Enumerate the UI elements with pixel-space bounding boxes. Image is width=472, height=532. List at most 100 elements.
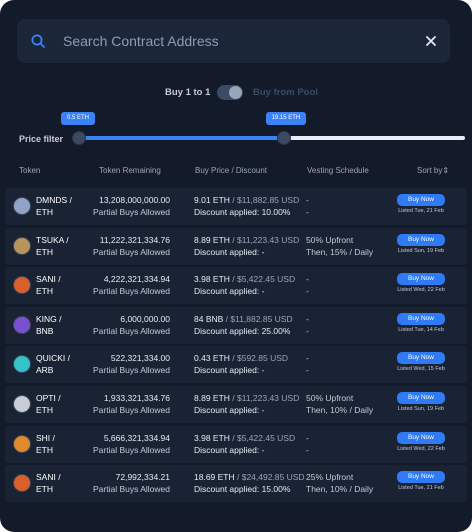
sort-icon: ⇕ bbox=[442, 166, 450, 175]
usd-price: / $5,422.45 USD bbox=[229, 274, 296, 285]
listed-date: Listed Sun, 19 Feb bbox=[397, 406, 445, 412]
switch-knob bbox=[229, 86, 242, 99]
discount-applied: Discount applied: - bbox=[194, 365, 265, 376]
token-chain: ETH bbox=[36, 444, 53, 455]
vesting-then: - bbox=[306, 207, 309, 217]
close-icon[interactable] bbox=[422, 32, 440, 50]
buy-one-to-one-label[interactable]: Buy 1 to 1 bbox=[165, 87, 210, 98]
token-chain: ETH bbox=[36, 484, 53, 495]
buy-now-button[interactable]: Buy Now bbox=[397, 392, 445, 404]
buy-cell: Buy Now Listed Wed, 15 Feb bbox=[397, 352, 445, 372]
listed-date: Listed Sun, 19 Feb bbox=[397, 247, 445, 254]
contract-search-panel: Search Contract Address Buy 1 to 1 Buy f… bbox=[0, 0, 472, 532]
table-row: OPTI / ETH 1,933,321,334.76 Partial Buys Al… bbox=[5, 386, 467, 423]
buy-mode-switch[interactable] bbox=[217, 85, 243, 100]
buy-cell: Buy Now Listed Wed, 22 Feb bbox=[397, 431, 445, 452]
token-cell: TSUKA / ETH bbox=[36, 234, 69, 258]
usd-price: / $5,422.45 USD bbox=[229, 432, 296, 443]
token-symbol: QUICKI / bbox=[36, 353, 71, 364]
column-header-token: Token bbox=[19, 166, 41, 175]
column-header-vesting-schedule: Vesting Schedule bbox=[307, 166, 369, 175]
buy-price: 84 BNB bbox=[194, 313, 224, 324]
token-chain: ARB bbox=[36, 365, 54, 376]
token-remaining: 1,933,321,334.76 bbox=[103, 393, 170, 403]
token-remaining-cell: 4,222,321,334.94 Partial Buys Allowed bbox=[93, 273, 170, 297]
buy-now-button[interactable]: Buy Now bbox=[397, 273, 445, 286]
buy-now-button[interactable]: Buy Now bbox=[397, 194, 445, 206]
quick-token-icon bbox=[13, 355, 31, 374]
price-filter-max-value: 19.15 ETH bbox=[265, 112, 307, 125]
opti-token-icon bbox=[13, 395, 31, 413]
search-input[interactable]: Search Contract Address bbox=[63, 33, 219, 49]
buy-now-button[interactable]: Buy Now bbox=[397, 352, 445, 365]
vesting-then: - bbox=[306, 444, 309, 455]
usd-price: / $11,882.85 USD bbox=[229, 195, 300, 205]
table-row: KING / BNB 6,000,000.00 Partial Buys Allowe… bbox=[5, 306, 467, 344]
token-chain: BNB bbox=[36, 325, 54, 336]
crown-token-icon bbox=[13, 315, 31, 334]
buy-price: 3.98 ETH bbox=[194, 274, 230, 285]
vesting-cell: -- bbox=[306, 194, 309, 218]
usd-price: / $11,223.43 USD bbox=[229, 234, 300, 245]
usd-price: / $24,492.85 USD bbox=[234, 472, 305, 483]
table-row: SANI / ETH 72,992,334.21 Partial Buys Allow… bbox=[5, 465, 467, 503]
token-symbol: SANI / bbox=[36, 274, 61, 285]
partial-buys-note: Partial Buys Allowed bbox=[92, 484, 170, 495]
search-icon bbox=[31, 34, 45, 48]
diamond-token-icon bbox=[13, 197, 31, 215]
price-cell: 3.98 ETH / $5,422.45 USD Discount applied… bbox=[194, 432, 295, 456]
token-symbol: DMNDS / bbox=[36, 195, 72, 205]
token-symbol: KING / bbox=[36, 313, 62, 324]
vesting-cell: -- bbox=[306, 313, 309, 337]
vesting-cell: 50% Upfront Then, 15% / Daily bbox=[306, 234, 373, 258]
vesting-cell: 25% Upfront Then, 10% / Daily bbox=[306, 471, 373, 495]
partial-buys-note: Partial Buys Allowed bbox=[92, 207, 170, 217]
buy-price: 8.89 ETH bbox=[194, 393, 230, 403]
partial-buys-note: Partial Buys Allowed bbox=[92, 325, 170, 336]
buy-now-button[interactable]: Buy Now bbox=[397, 312, 445, 325]
buy-price: 18.69 ETH bbox=[194, 472, 235, 483]
partial-buys-note: Partial Buys Allowed bbox=[92, 286, 170, 297]
price-cell: 8.89 ETH / $11,223.43 USD Discount applie… bbox=[194, 234, 299, 258]
buy-mode-toggle-row: Buy 1 to 1 Buy from Pool bbox=[0, 84, 472, 102]
token-cell: SANI / ETH bbox=[36, 471, 61, 495]
token-cell: SANI / ETH bbox=[36, 273, 61, 297]
price-filter-min-handle[interactable] bbox=[72, 131, 86, 145]
listed-date: Listed Wed, 22 Feb bbox=[397, 445, 445, 452]
token-chain: ETH bbox=[36, 405, 53, 415]
buy-from-pool-label[interactable]: Buy from Pool bbox=[253, 87, 318, 98]
discount-applied: Discount applied: 10.00% bbox=[194, 207, 291, 217]
buy-cell: Buy Now Listed Sun, 19 Feb bbox=[397, 392, 445, 412]
vesting-then: Then, 15% / Daily bbox=[306, 246, 374, 257]
search-bar[interactable]: Search Contract Address bbox=[17, 19, 450, 63]
dragon-token-icon bbox=[13, 236, 31, 255]
price-filter-track[interactable] bbox=[79, 136, 465, 140]
buy-now-button[interactable]: Buy Now bbox=[397, 471, 445, 484]
listed-date: Listed Wed, 22 Feb bbox=[397, 287, 445, 294]
buy-now-button[interactable]: Buy Now bbox=[397, 431, 445, 444]
vesting-upfront: 50% Upfront bbox=[306, 393, 354, 403]
buy-now-button[interactable]: Buy Now bbox=[397, 233, 445, 246]
vesting-cell: -- bbox=[306, 352, 309, 376]
token-remaining: 72,992,334.21 bbox=[115, 472, 170, 483]
price-cell: 9.01 ETH / $11,882.85 USD Discount applie… bbox=[194, 194, 299, 218]
token-remaining-cell: 522,321,334.00 Partial Buys Allowed bbox=[93, 352, 170, 376]
column-header-token-remaining: Token Remaining bbox=[99, 166, 161, 175]
vesting-then: - bbox=[306, 365, 309, 376]
sort-by-label: Sort by bbox=[417, 166, 443, 175]
usd-price: / $592.85 USD bbox=[229, 353, 289, 364]
token-symbol: TSUKA / bbox=[36, 234, 69, 245]
buy-cell: Buy Now Listed Wed, 22 Feb bbox=[397, 273, 445, 293]
vesting-then: Then, 10% / Daily bbox=[306, 405, 374, 415]
price-filter-max-handle[interactable] bbox=[276, 131, 291, 145]
sort-by-dropdown[interactable]: Sort by⇕ bbox=[417, 166, 449, 175]
vesting-cell: -- bbox=[306, 432, 309, 456]
partial-buys-note: Partial Buys Allowed bbox=[92, 246, 170, 257]
table-row: TSUKA / ETH 11,222,321,334.76 Partial Buys … bbox=[5, 227, 467, 265]
token-cell: KING / BNB bbox=[36, 313, 62, 337]
token-cell: DMNDS / ETH bbox=[36, 194, 72, 218]
vesting-then: Then, 10% / Daily bbox=[306, 484, 374, 495]
table-row: SHI / ETH 5,666,321,334.94 Partial Buys All… bbox=[5, 425, 467, 463]
buy-price: 0.43 ETH bbox=[194, 353, 230, 364]
vesting-then: - bbox=[306, 286, 309, 297]
